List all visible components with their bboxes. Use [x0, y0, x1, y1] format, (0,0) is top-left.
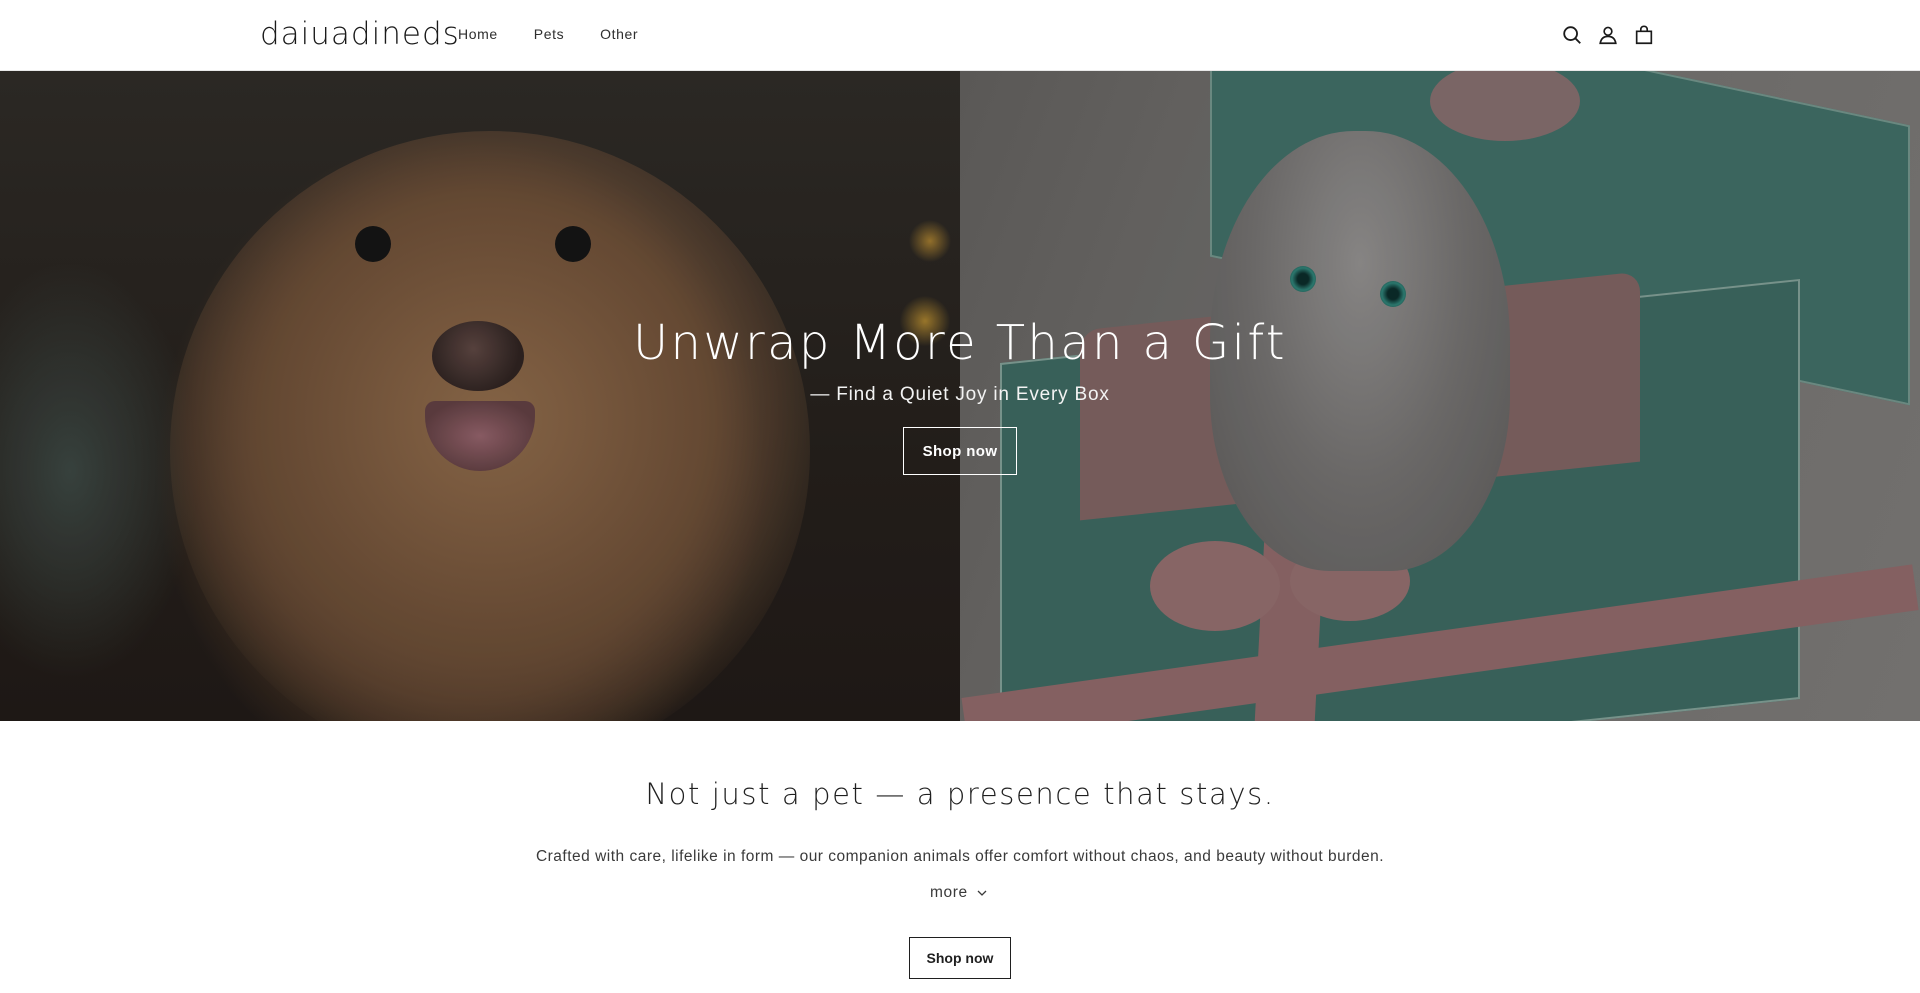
account-icon[interactable]: [1597, 23, 1619, 47]
chevron-down-icon: [977, 890, 987, 896]
hero-banner: Unwrap More Than a Gift — Find a Quiet J…: [0, 71, 1920, 721]
section-shop-now-button[interactable]: Shop now: [909, 937, 1011, 979]
nav-item-other[interactable]: Other: [600, 26, 638, 42]
hero-title: Unwrap More Than a Gift: [632, 315, 1288, 371]
more-toggle[interactable]: more: [930, 884, 988, 902]
cart-icon[interactable]: [1633, 23, 1655, 47]
header-icons: [1561, 23, 1655, 47]
section-text: Crafted with care, lifelike in form — ou…: [535, 848, 1385, 865]
more-label: more: [930, 884, 968, 901]
rich-text-section: Not just a pet — a presence that stays. …: [0, 721, 1920, 993]
search-icon[interactable]: [1561, 23, 1583, 47]
hero-shop-now-button[interactable]: Shop now: [903, 427, 1017, 475]
nav-item-pets[interactable]: Pets: [534, 26, 564, 42]
nav-item-home[interactable]: Home: [458, 26, 498, 42]
store-logo[interactable]: daiuadineds: [260, 16, 460, 52]
site-header: daiuadineds Home Pets Other: [0, 0, 1920, 71]
main-nav: Home Pets Other: [458, 26, 674, 42]
section-heading: Not just a pet — a presence that stays.: [645, 777, 1275, 811]
hero-subtitle: — Find a Quiet Joy in Every Box: [810, 384, 1110, 405]
hero-content: Unwrap More Than a Gift — Find a Quiet J…: [0, 71, 1920, 721]
